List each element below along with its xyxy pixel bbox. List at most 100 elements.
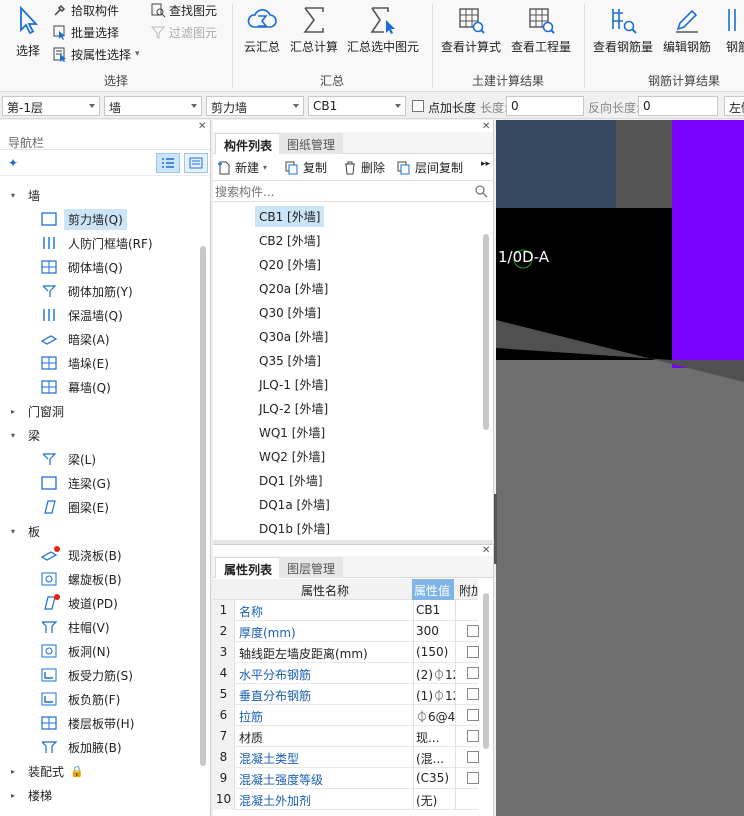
select-by-attribute-button[interactable]: 按属性选择 ▾ — [52, 44, 140, 64]
component-list-item[interactable]: DQ1b [外墙] — [255, 518, 334, 539]
property-value[interactable]: (C35) — [413, 768, 455, 789]
tree-item[interactable]: 柱帽(V) — [40, 616, 114, 638]
add-checkbox[interactable] — [467, 709, 479, 721]
property-row[interactable]: 8 混凝土类型 (混... — [213, 747, 479, 768]
property-row[interactable]: 6 拉筋 ⏀6@4 — [213, 705, 479, 726]
drawing-viewport[interactable]: 1/0D-A — [496, 120, 744, 816]
point-length-checkbox[interactable] — [412, 100, 424, 112]
property-value[interactable]: ⏀6@4 — [413, 705, 455, 726]
close-icon[interactable]: ✕ — [482, 545, 490, 556]
tree-item[interactable]: 楼层板带(H) — [40, 712, 138, 734]
component-list-item[interactable]: Q20a [外墙] — [255, 278, 332, 299]
tree-item[interactable]: 螺旋板(B) — [40, 568, 126, 590]
select-button[interactable]: 选择 — [8, 4, 48, 59]
component-list-item[interactable]: JLQ-1 [外墙] — [255, 374, 332, 395]
sparkle-icon[interactable]: ✦ — [8, 156, 18, 170]
property-row[interactable]: 5 垂直分布钢筋 (1)⏀12 — [213, 684, 479, 705]
tab-layer-manager[interactable]: 图层管理 — [279, 557, 344, 578]
tree-item[interactable]: 砌体墙(Q) — [40, 256, 127, 278]
property-scrollbar[interactable] — [483, 593, 489, 749]
component-combo[interactable]: CB1 — [308, 96, 406, 116]
tab-property-list[interactable]: 属性列表 — [215, 557, 282, 578]
pick-component-button[interactable]: 拾取构件 — [52, 0, 119, 20]
floor-combo[interactable]: 第-1层 — [2, 96, 100, 116]
list-view-icon[interactable] — [156, 153, 180, 173]
value-column-header[interactable]: 属性值 — [412, 579, 454, 600]
property-row[interactable]: 1 名称 CB1 — [213, 600, 478, 621]
more-tools-icon[interactable]: ▸▸ — [481, 159, 490, 169]
detail-view-icon[interactable] — [184, 153, 208, 173]
chevron-down-icon[interactable]: ▾ — [8, 191, 18, 200]
close-icon[interactable]: ✕ — [482, 121, 490, 132]
search-input[interactable] — [215, 183, 465, 200]
property-row[interactable]: 7 材质 现... — [213, 726, 479, 747]
add-checkbox[interactable] — [467, 667, 479, 679]
component-list-item[interactable]: CB2 [外墙] — [255, 230, 324, 251]
tree-item[interactable]: 板洞(N) — [40, 640, 114, 662]
tree-item[interactable]: 墙垛(E) — [40, 352, 113, 374]
view-quantity-button[interactable]: 查看工程量 — [508, 4, 574, 55]
property-row[interactable]: 4 水平分布钢筋 (2)⏀12 — [213, 663, 479, 684]
tree-item[interactable]: 砌体加筋(Y) — [40, 280, 137, 302]
viewport-splitter-handle[interactable] — [494, 494, 497, 564]
component-list-item[interactable]: DQ1a [外墙] — [255, 494, 334, 515]
tree-item[interactable]: 板加腋(B) — [40, 736, 126, 758]
tree-category[interactable]: ▾ 梁 — [8, 424, 44, 446]
length-input[interactable]: 0 — [506, 96, 584, 116]
copy-button[interactable]: 复制 — [285, 159, 327, 176]
tree-category[interactable]: ▾ 板 — [8, 520, 44, 542]
property-row[interactable]: 10 混凝土外加剂 (无) — [213, 789, 478, 810]
reverse-length-input[interactable]: 0 — [638, 96, 718, 116]
property-value[interactable]: (2)⏀12 — [413, 663, 455, 684]
add-checkbox[interactable] — [467, 688, 479, 700]
add-checkbox[interactable] — [467, 625, 479, 637]
tree-item[interactable]: 人防门框墙(RF) — [40, 232, 157, 254]
tree-category[interactable]: ▸ 楼梯 — [8, 784, 56, 806]
tab-drawing-manager[interactable]: 图纸管理 — [279, 133, 344, 154]
nav-scrollbar[interactable] — [200, 246, 206, 766]
new-button[interactable]: 新建 ▾ — [217, 159, 267, 176]
component-list-item[interactable]: Q20 [外墙] — [255, 254, 325, 275]
component-list-item[interactable]: Q30 [外墙] — [255, 302, 325, 323]
add-checkbox[interactable] — [467, 772, 479, 784]
property-row[interactable]: 3 轴线距左墙皮距离(mm) (150) — [213, 642, 479, 663]
summary-selected-button[interactable]: 汇总选中图元 — [346, 4, 420, 55]
component-list-item[interactable]: WQ2 [外墙] — [255, 446, 329, 467]
close-icon[interactable]: ✕ — [198, 121, 206, 132]
left-side-combo[interactable]: 左侧 — [724, 96, 744, 116]
cloud-summary-button[interactable]: 云汇总 — [240, 4, 284, 55]
add-checkbox[interactable] — [467, 646, 479, 658]
tree-item[interactable]: 板受力筋(S) — [40, 664, 137, 686]
property-value[interactable]: (混... — [413, 747, 455, 768]
tree-category[interactable]: ▸ 装配式 🔒 — [8, 760, 84, 782]
property-value[interactable]: 现... — [413, 726, 455, 747]
add-checkbox[interactable] — [467, 730, 479, 742]
tree-item[interactable]: 坡道(PD) — [40, 592, 122, 614]
tree-item[interactable]: 现浇板(B) — [40, 544, 126, 566]
component-scrollbar[interactable] — [483, 234, 489, 430]
property-value[interactable]: (150) — [413, 642, 455, 663]
filter-element-button[interactable]: 过滤图元 — [150, 22, 217, 42]
component-list-item[interactable]: CB1 [外墙] — [255, 206, 325, 227]
property-value[interactable]: (无) — [413, 789, 455, 810]
find-element-button[interactable]: 查找图元 — [150, 0, 217, 20]
summary-calc-button[interactable]: 汇总计算 — [288, 4, 340, 55]
add-checkbox[interactable] — [467, 751, 479, 763]
property-row[interactable]: 9 混凝土强度等级 (C35) — [213, 768, 479, 789]
chevron-down-icon[interactable]: ▾ — [8, 431, 18, 440]
tree-item[interactable]: 剪力墙(Q) — [40, 208, 127, 230]
edit-rebar-button[interactable]: 编辑钢筋 — [662, 4, 712, 55]
tree-item[interactable]: 圈梁(E) — [40, 496, 113, 518]
property-value[interactable]: 300 — [413, 621, 455, 642]
component-list-item[interactable]: DQ1 [外墙] — [255, 470, 327, 491]
tree-item[interactable]: 保温墙(Q) — [40, 304, 127, 326]
tree-item[interactable]: 板负筋(F) — [40, 688, 124, 710]
view-rebar-button[interactable]: 查看钢筋量 — [592, 4, 654, 55]
tab-component-list[interactable]: 构件列表 — [215, 133, 282, 154]
property-value[interactable]: (1)⏀12 — [413, 684, 455, 705]
component-list-item[interactable]: Q30a [外墙] — [255, 326, 332, 347]
component-list-item[interactable]: WQ1 [外墙] — [255, 422, 329, 443]
floor-copy-button[interactable]: 层间复制 — [397, 159, 463, 176]
tree-item[interactable]: 梁(L) — [40, 448, 100, 470]
tree-item[interactable]: 暗梁(A) — [40, 328, 114, 350]
